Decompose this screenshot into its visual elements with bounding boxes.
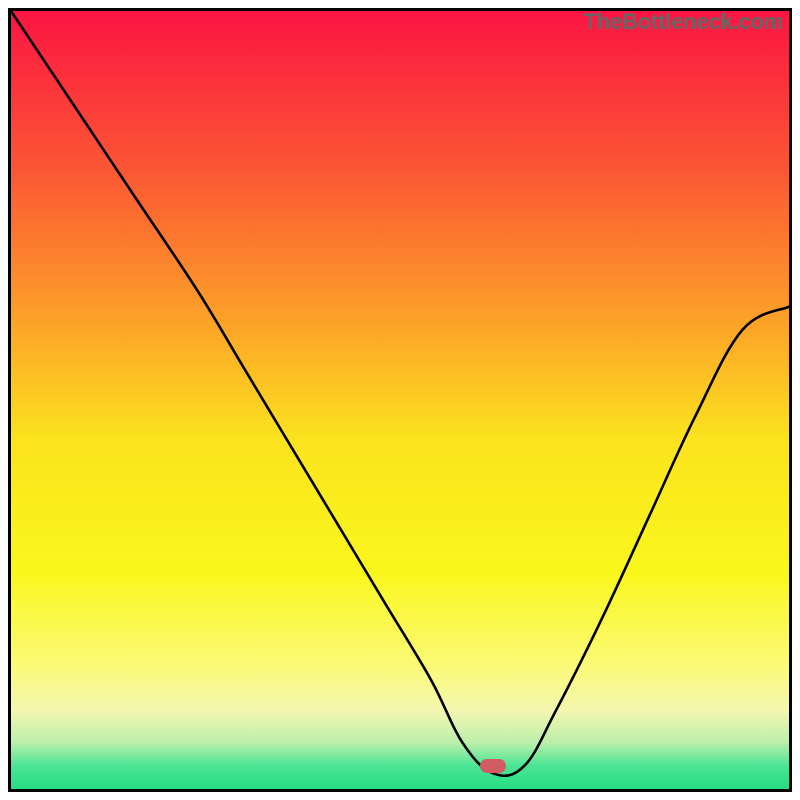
bottleneck-chart (11, 11, 789, 789)
gradient-background (11, 11, 789, 789)
chart-frame: TheBottleneck.com (8, 8, 792, 792)
